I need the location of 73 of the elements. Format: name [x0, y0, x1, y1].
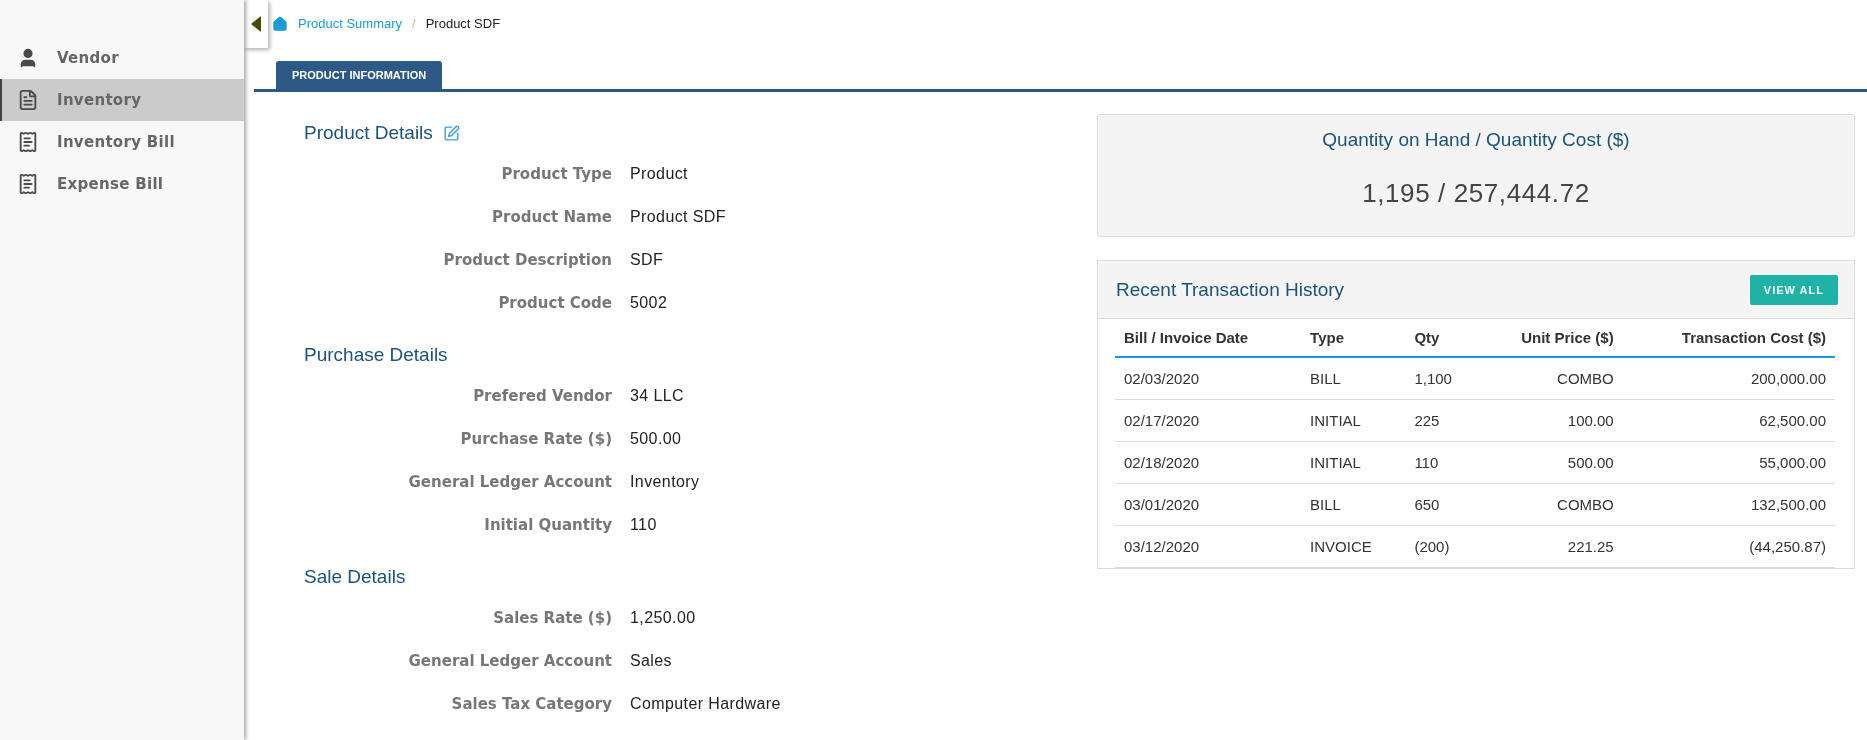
table-cell: 225 [1405, 399, 1479, 442]
sidebar-item[interactable]: Vendor [0, 37, 244, 79]
field-label: Initial Quantity [483, 515, 612, 534]
table-cell: (44,250.87) [1622, 525, 1835, 568]
field-value: Inventory [630, 472, 701, 491]
field-label: Prefered Vendor [472, 386, 612, 405]
field-value: Product [630, 164, 689, 183]
table-cell: 200,000.00 [1622, 357, 1835, 400]
field-value: Sales [630, 651, 674, 670]
table-cell: BILL [1301, 357, 1406, 400]
field-label: Sales Rate ($) [492, 608, 612, 627]
document-icon [17, 89, 39, 111]
table-cell: 62,500.00 [1622, 399, 1835, 442]
card-title: Quantity on Hand / Quantity Cost ($) [1322, 129, 1630, 151]
breadcrumb-link[interactable]: Product Summary [298, 16, 403, 31]
field-value: 1,250.00 [630, 608, 697, 627]
tab[interactable]: PRODUCT INFORMATION [276, 61, 443, 89]
field-value: 500.00 [630, 429, 683, 448]
table-cell: 110 [1405, 441, 1479, 484]
table-cell: COMBO [1478, 483, 1623, 526]
field-label: Purchase Rate ($) [459, 429, 612, 448]
sidebar-item[interactable]: Expense Bill [0, 163, 244, 205]
table-cell: 03/01/2020 [1115, 483, 1302, 526]
section-title: Sale Details [304, 566, 406, 588]
field-label: General Ledger Account [407, 472, 612, 491]
table-cell: 03/12/2020 [1115, 525, 1302, 568]
table-cell: 100.00 [1478, 399, 1623, 442]
field-value: Product SDF [630, 207, 727, 226]
receipt-icon [17, 131, 39, 153]
triangle-left-icon [251, 16, 261, 32]
table-cell: INVOICE [1301, 525, 1406, 568]
breadcrumb-current: Product SDF [425, 16, 501, 31]
breadcrumb-separator: / [412, 16, 416, 31]
field-value: Computer Hardware [630, 694, 782, 713]
field-label: Product Code [497, 293, 612, 312]
field-label: General Ledger Account [407, 651, 612, 670]
column-header: Qty [1405, 319, 1479, 357]
table-cell: 55,000.00 [1622, 441, 1835, 484]
table-cell: 500.00 [1478, 441, 1623, 484]
field-value: 34 LLC [630, 386, 685, 405]
table-cell: BILL [1301, 483, 1406, 526]
table-cell: 1,100 [1405, 357, 1479, 400]
edit-icon[interactable] [442, 124, 460, 142]
field-label: Product Name [491, 207, 612, 226]
table-cell: 02/17/2020 [1115, 399, 1302, 442]
column-header: Type [1301, 319, 1406, 357]
table-cell: INITIAL [1301, 441, 1406, 484]
card-value: 1,195 / 257,444.72 [1362, 178, 1590, 209]
panel-title: Recent Transaction History [1116, 278, 1345, 301]
sidebar-item[interactable]: Inventory [0, 79, 244, 121]
field-label: Product Description [442, 250, 612, 269]
table-cell: COMBO [1478, 357, 1623, 400]
table-cell: 221.25 [1478, 525, 1623, 568]
column-header: Bill / Invoice Date [1115, 319, 1302, 357]
field-label: Product Type [500, 164, 612, 183]
field-value: 5002 [630, 293, 669, 312]
column-header: Transaction Cost ($) [1622, 319, 1835, 357]
section-title: Product Details [304, 122, 433, 144]
section-title: Purchase Details [304, 344, 448, 366]
table-cell: (200) [1405, 525, 1479, 568]
table-cell: 650 [1405, 483, 1479, 526]
table-cell: 02/03/2020 [1115, 357, 1302, 400]
table-cell: 02/18/2020 [1115, 441, 1302, 484]
sidebar-item[interactable]: Inventory Bill [0, 121, 244, 163]
field-value: SDF [630, 250, 665, 269]
table-cell: INITIAL [1301, 399, 1406, 442]
table-cell: 132,500.00 [1622, 483, 1835, 526]
column-header: Unit Price ($) [1478, 319, 1623, 357]
collapse-toggle[interactable] [244, 0, 268, 48]
receipt-icon [17, 173, 39, 195]
field-value: 110 [630, 515, 658, 534]
home-icon[interactable] [272, 15, 288, 32]
field-label: Sales Tax Category [450, 694, 612, 713]
